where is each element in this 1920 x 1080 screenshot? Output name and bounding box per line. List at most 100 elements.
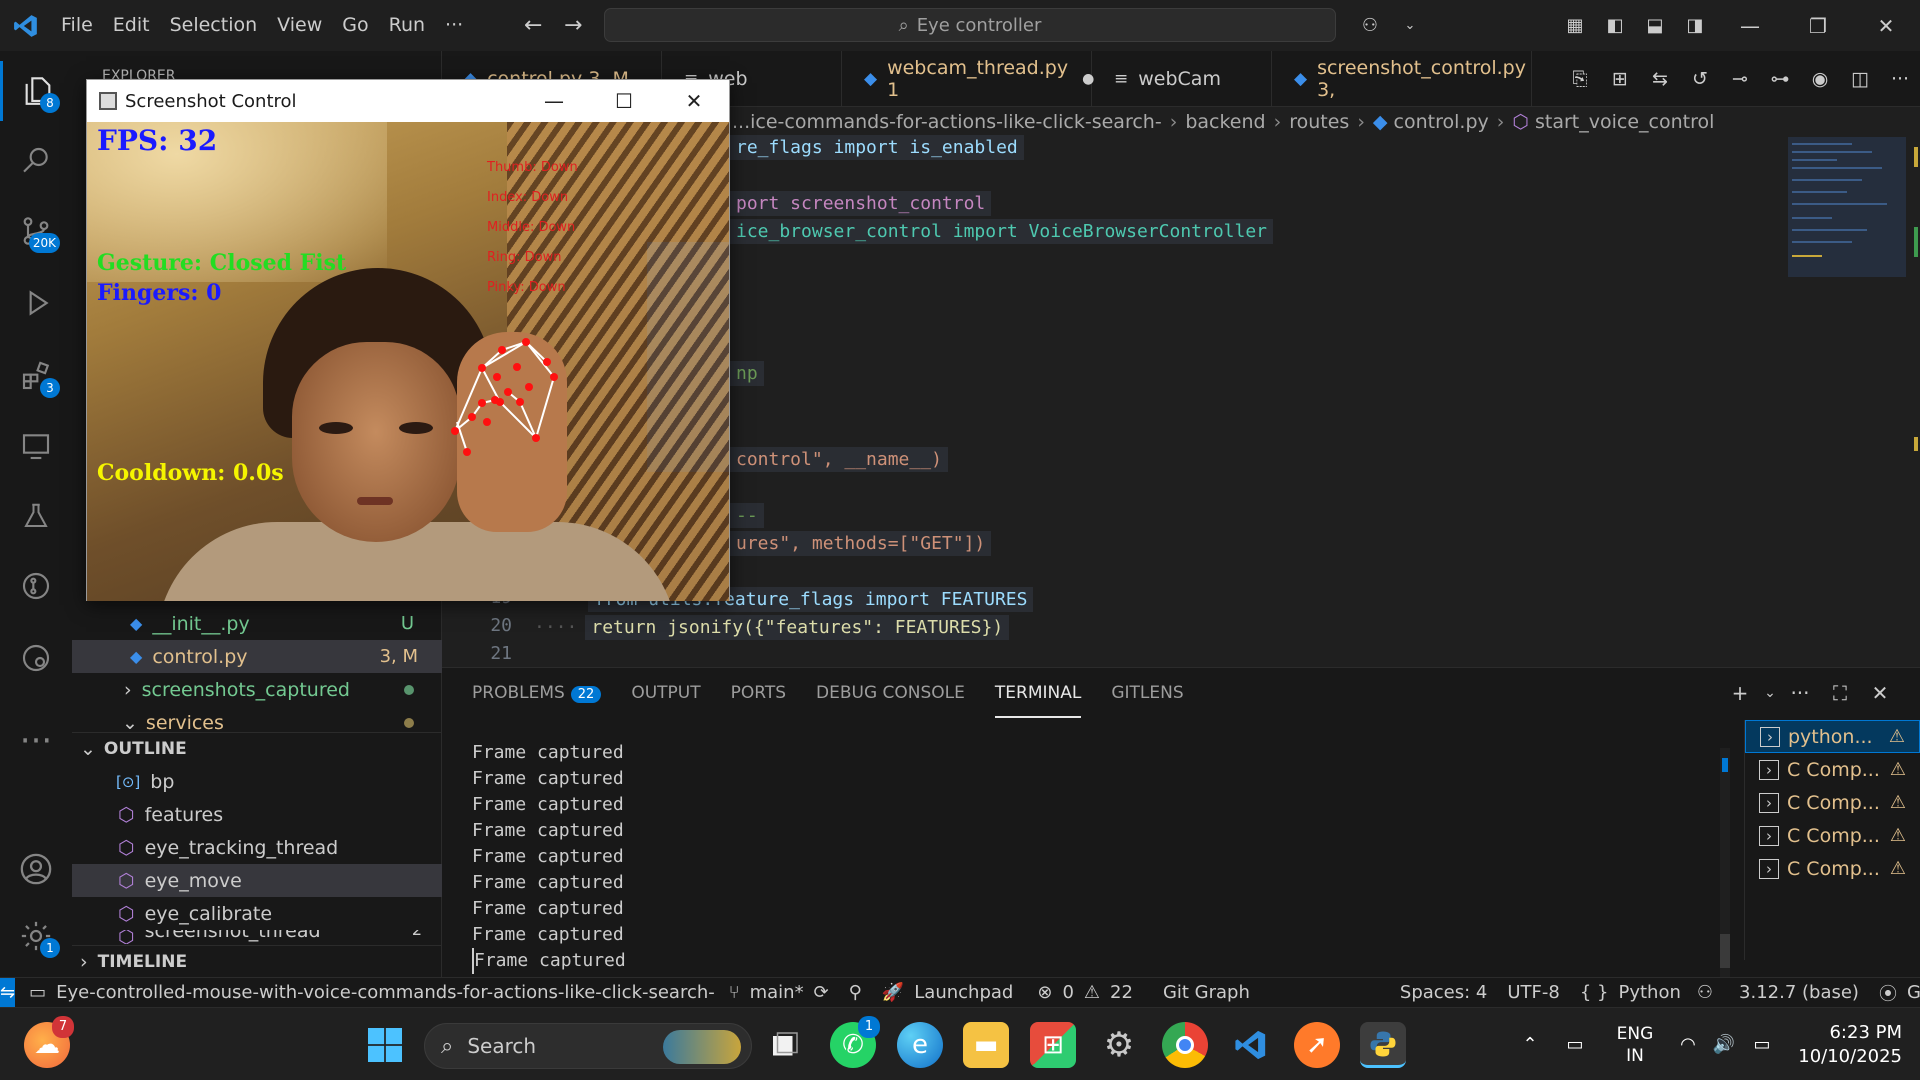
- weather-widget-icon[interactable]: ☁ 7: [24, 1016, 74, 1068]
- menu-file[interactable]: File: [51, 0, 103, 51]
- breadcrumb-file[interactable]: control.py: [1394, 111, 1489, 133]
- tab-output[interactable]: OUTPUT: [631, 668, 700, 718]
- tab-terminal[interactable]: TERMINAL: [994, 668, 1082, 718]
- keyboard-layout-icon[interactable]: ▭: [1550, 1034, 1600, 1055]
- tab-webcam[interactable]: ≡ webCam: [1092, 51, 1272, 107]
- toggle-sidebar-icon[interactable]: ◧: [1595, 15, 1635, 36]
- menu-selection[interactable]: Selection: [160, 0, 268, 51]
- file-item-init[interactable]: ◆ __init__.py U: [72, 607, 442, 640]
- settings-gear-icon[interactable]: 1: [0, 906, 72, 966]
- windows-start-icon[interactable]: [362, 1022, 408, 1068]
- outline-item-eye-calibrate[interactable]: ⬡ eye_calibrate: [72, 897, 442, 930]
- minimize-icon[interactable]: —: [519, 80, 589, 122]
- tab-webcam-thread[interactable]: ◆ webcam_thread.py 1 ●: [842, 51, 1094, 107]
- menu-view[interactable]: View: [267, 0, 332, 51]
- outline-section-header[interactable]: ⌄ OUTLINE: [72, 732, 442, 765]
- wifi-icon[interactable]: ◠: [1670, 1034, 1706, 1055]
- forward-arrow-icon[interactable]: →: [553, 13, 593, 38]
- breadcrumb-backend[interactable]: backend: [1185, 111, 1265, 133]
- status-encoding[interactable]: UTF-8: [1497, 982, 1569, 1003]
- search-icon[interactable]: [0, 131, 72, 191]
- new-terminal-icon[interactable]: +: [1720, 681, 1760, 705]
- customize-layout-icon[interactable]: ▦: [1555, 15, 1595, 36]
- open-changes-icon[interactable]: ⎘: [1560, 68, 1600, 90]
- window-titlebar[interactable]: Screenshot Control — ☐ ✕: [87, 80, 729, 122]
- account-icon[interactable]: [0, 839, 72, 899]
- previous-change-icon[interactable]: ↺: [1680, 68, 1720, 90]
- status-errors[interactable]: 0: [1062, 982, 1073, 1003]
- status-launchpad[interactable]: Launchpad: [914, 982, 1013, 1003]
- explorer-icon[interactable]: 8: [0, 61, 72, 121]
- postman-icon[interactable]: ➚: [1294, 1022, 1340, 1068]
- file-item-control[interactable]: ◆ control.py 3, M: [72, 640, 442, 673]
- battery-icon[interactable]: ▭: [1742, 1034, 1782, 1055]
- breadcrumb-folder[interactable]: ...ice-commands-for-actions-like-click-s…: [732, 111, 1162, 133]
- timeline-section-header[interactable]: › TIMELINE: [72, 945, 442, 978]
- tab-gitlens[interactable]: GITLENS: [1111, 668, 1183, 718]
- back-arrow-icon[interactable]: ←: [513, 13, 553, 38]
- chevron-down-icon[interactable]: ⌄: [1390, 18, 1430, 33]
- more-actions-icon[interactable]: ···: [1880, 68, 1920, 90]
- testing-icon[interactable]: [0, 486, 72, 546]
- outline-item-bp[interactable]: [⊙] bp: [72, 765, 442, 798]
- compare-icon[interactable]: ⇆: [1640, 68, 1680, 90]
- clock[interactable]: 6:23 PM 10/10/2025: [1782, 1021, 1902, 1069]
- chrome-icon[interactable]: [1162, 1022, 1208, 1068]
- gitlens-action-icon[interactable]: ◉: [1800, 68, 1840, 90]
- gitlens-inspect-icon[interactable]: [0, 628, 72, 688]
- maximize-icon[interactable]: ☐: [589, 80, 659, 122]
- breadcrumb-symbol[interactable]: start_voice_control: [1535, 111, 1714, 133]
- tab-ports[interactable]: PORTS: [731, 668, 786, 718]
- folder-item-screenshots[interactable]: › screenshots_captured: [72, 673, 442, 706]
- close-panel-icon[interactable]: ✕: [1860, 681, 1900, 705]
- status-folder[interactable]: Eye-controlled-mouse-with-voice-commands…: [56, 982, 715, 1003]
- chevron-up-icon[interactable]: ⌃: [1510, 1034, 1550, 1055]
- sync-icon[interactable]: ⟳: [804, 982, 839, 1003]
- preview-icon[interactable]: ⊞: [1600, 68, 1640, 90]
- status-branch[interactable]: main*: [750, 982, 804, 1003]
- scrollbar-thumb[interactable]: [1720, 934, 1730, 968]
- terminal-item-c-comp[interactable]: › C Comp... ⚠: [1745, 786, 1920, 819]
- screenshot-control-window[interactable]: Screenshot Control — ☐ ✕ FPS: 32 Gesture…: [86, 79, 730, 601]
- extensions-icon[interactable]: 3: [0, 346, 72, 406]
- remote-indicator-icon[interactable]: ⇋: [0, 977, 16, 1008]
- terminal-output[interactable]: Frame captured Frame captured Frame capt…: [472, 740, 1672, 980]
- command-center-search[interactable]: ⌕ Eye controller: [604, 8, 1336, 42]
- microsoft-store-icon[interactable]: ⊞: [1030, 1022, 1076, 1068]
- settings-gear-icon[interactable]: ⚙: [1096, 1022, 1142, 1068]
- status-spaces[interactable]: Spaces: 4: [1260, 982, 1497, 1003]
- restore-icon[interactable]: ❐: [1784, 14, 1852, 38]
- outline-item-eye-tracking-thread[interactable]: ⬡ eye_tracking_thread: [72, 831, 442, 864]
- terminal-item-c-comp[interactable]: › C Comp... ⚠: [1745, 753, 1920, 786]
- status-go-live[interactable]: Go Live: [1907, 982, 1920, 1003]
- copilot-icon[interactable]: ⚇: [1350, 15, 1390, 36]
- menu-edit[interactable]: Edit: [103, 0, 160, 51]
- outline-item-features[interactable]: ⬡ features: [72, 798, 442, 831]
- volume-icon[interactable]: 🔊: [1706, 1034, 1742, 1055]
- terminal-item-python[interactable]: › python... ⚠: [1745, 720, 1920, 753]
- file-explorer-icon[interactable]: ▬: [963, 1022, 1009, 1068]
- status-interpreter[interactable]: 3.12.7 (base): [1723, 982, 1869, 1003]
- maximize-panel-icon[interactable]: ⛶: [1820, 681, 1860, 705]
- task-view-icon[interactable]: [762, 1022, 808, 1068]
- edge-browser-icon[interactable]: e: [897, 1022, 943, 1068]
- split-editor-icon[interactable]: ◫: [1840, 68, 1880, 90]
- source-control-icon[interactable]: 20K: [0, 201, 72, 261]
- python-window-icon[interactable]: [1360, 1022, 1406, 1068]
- toggle-secondary-sidebar-icon[interactable]: ◨: [1675, 15, 1715, 36]
- taskbar-search[interactable]: ⌕ Search: [424, 1023, 752, 1069]
- terminal-item-c-comp[interactable]: › C Comp... ⚠: [1745, 819, 1920, 852]
- minimize-icon[interactable]: —: [1716, 14, 1784, 38]
- remote-explorer-icon[interactable]: [0, 416, 72, 476]
- tab-problems[interactable]: PROBLEMS 22: [472, 668, 602, 718]
- run-debug-icon[interactable]: [0, 273, 72, 333]
- language-indicator[interactable]: ENG IN: [1600, 1023, 1670, 1067]
- gitlens-icon[interactable]: [0, 556, 72, 616]
- menu-more[interactable]: ···: [435, 0, 473, 51]
- copilot-status-icon[interactable]: ⚇: [1681, 982, 1723, 1003]
- status-language[interactable]: Python: [1618, 982, 1680, 1003]
- tab-screenshot-control[interactable]: ◆ screenshot_control.py 3,: [1272, 51, 1532, 107]
- gitlens-status-icon[interactable]: ⚲: [839, 982, 872, 1003]
- more-icon[interactable]: ···: [0, 711, 72, 771]
- tab-debug-console[interactable]: DEBUG CONSOLE: [816, 668, 965, 718]
